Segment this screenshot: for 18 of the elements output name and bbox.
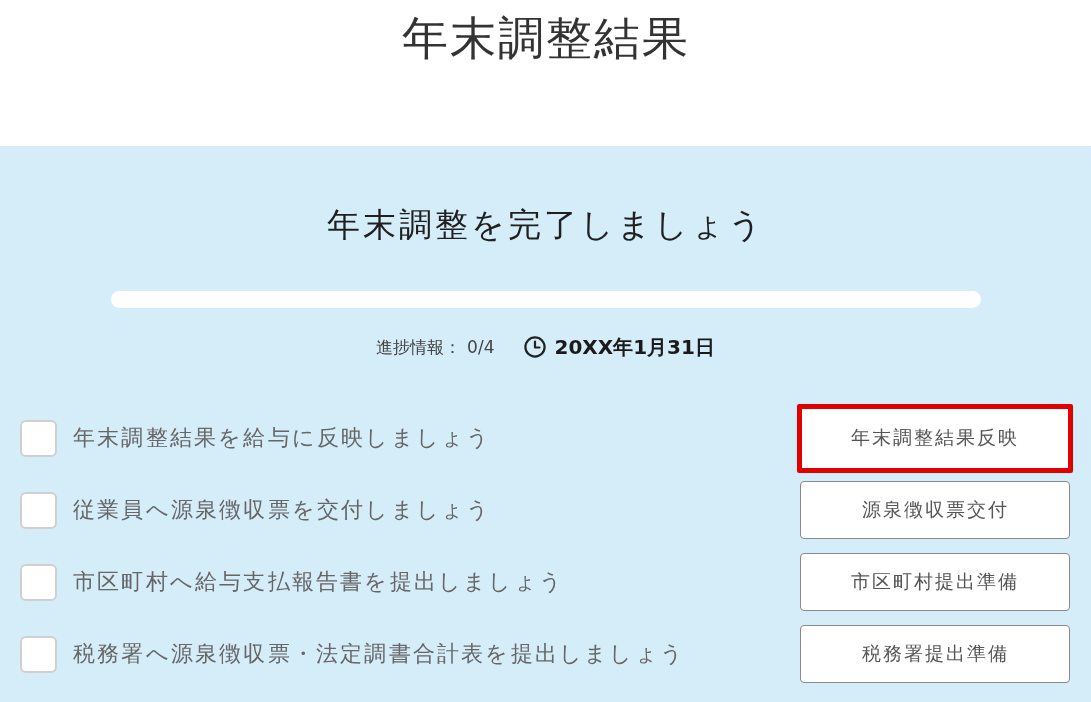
task-label: 税務署へ源泉徴収票・法定調書合計表を提出しましょう xyxy=(73,640,686,668)
panel-heading: 年末調整を完了しましょう xyxy=(326,204,765,246)
clock-icon xyxy=(524,336,547,358)
progress-count: 0/4 xyxy=(467,337,495,357)
deadline-date: 20XX年1月31日 xyxy=(554,333,715,361)
task-label: 従業員へ源泉徴収票を交付しましょう xyxy=(73,496,493,524)
task-action-button[interactable]: 源泉徴収票交付 xyxy=(800,481,1070,539)
task-action-button[interactable]: 市区町村提出準備 xyxy=(800,553,1070,611)
task-checkbox[interactable] xyxy=(20,563,57,601)
progress-label: 進捗情報： xyxy=(376,335,462,359)
task-action-button[interactable]: 税務署提出準備 xyxy=(800,625,1070,683)
task-label: 年末調整結果を給与に反映しましょう xyxy=(73,424,493,452)
page-title: 年末調整結果 xyxy=(400,10,691,67)
task-checkbox[interactable] xyxy=(20,635,57,673)
task-checkbox[interactable] xyxy=(20,491,57,529)
task-checkbox[interactable] xyxy=(20,419,57,457)
task-action-button[interactable]: 年末調整結果反映 xyxy=(797,403,1073,473)
task-label: 市区町村へ給与支払報告書を提出しましょう xyxy=(73,568,565,596)
